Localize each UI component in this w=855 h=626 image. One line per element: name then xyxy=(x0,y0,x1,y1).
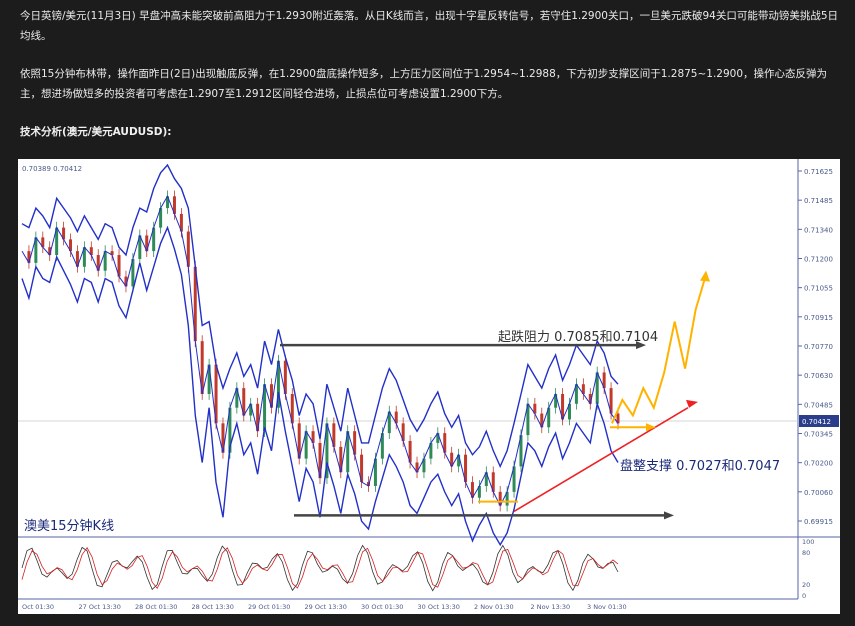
oscillator-tick-label: 0 xyxy=(802,592,806,600)
support-annotation: 盘整支撑 0.7027和0.7047 xyxy=(620,458,780,474)
price-tick-label: 0.71625 xyxy=(804,168,833,176)
symbol-readout: 0.70389 0.70412 xyxy=(22,165,82,173)
time-tick-label: 30 Oct 13:30 xyxy=(418,603,460,611)
time-tick-label: 27 Oct 13:30 xyxy=(79,603,121,611)
chart-background xyxy=(18,159,840,614)
price-tick-label: 0.71055 xyxy=(804,285,833,293)
price-tick-label: 0.70915 xyxy=(804,314,833,322)
price-tick-label: 0.70630 xyxy=(804,372,833,380)
current-price-label: 0.70412 xyxy=(802,418,831,426)
time-axis: Oct 01:30 27 Oct 13:30 28 Oct 01:30 28 Oct … xyxy=(22,603,627,611)
price-tick-label: 0.70345 xyxy=(804,431,833,439)
time-tick-label: 2 Nov 01:30 xyxy=(474,603,514,611)
price-tick-label: 0.70200 xyxy=(804,460,833,468)
time-tick-label: Oct 01:30 xyxy=(22,603,54,611)
price-tick-label: 0.71340 xyxy=(804,226,833,234)
resistance-annotation: 起跌阻力 0.7085和0.7104 xyxy=(498,329,658,345)
time-tick-label: 30 Oct 01:30 xyxy=(361,603,403,611)
oscillator-tick-label: 80 xyxy=(802,549,810,557)
article-paragraph-2: 依照15分钟布林带，操作面昨日(2日)出现触底反弹，在1.2900盘底操作短多，… xyxy=(20,68,828,100)
price-tick-label: 0.69915 xyxy=(804,518,833,526)
price-tick-label: 0.71485 xyxy=(804,197,833,205)
oscillator-tick-label: 100 xyxy=(802,538,814,546)
audusd-chart: 0.71625 0.71485 0.71340 0.71200 0.71055 0.709… xyxy=(18,159,840,614)
price-tick-label: 0.71200 xyxy=(804,256,833,264)
time-tick-label: 28 Oct 13:30 xyxy=(192,603,234,611)
oscillator-tick-label: 20 xyxy=(802,581,810,589)
time-tick-label: 3 Nov 01:30 xyxy=(587,603,627,611)
price-tick-label: 0.70770 xyxy=(804,343,833,351)
article-paragraph-1: 今日英镑/美元(11月3日) 早盘冲高未能突破前高阻力于1.2930附近轰落。从… xyxy=(20,10,839,42)
chart-timeframe-label: 澳美15分钟K线 xyxy=(24,518,114,534)
price-tick-label: 0.70485 xyxy=(804,401,833,409)
time-tick-label: 2 Nov 13:30 xyxy=(531,603,571,611)
chart-image: 0.71625 0.71485 0.71340 0.71200 0.71055 0.709… xyxy=(18,159,840,614)
time-tick-label: 28 Oct 01:30 xyxy=(135,603,177,611)
price-tick-label: 0.70060 xyxy=(804,489,833,497)
time-tick-label: 29 Oct 01:30 xyxy=(248,603,290,611)
time-tick-label: 29 Oct 13:30 xyxy=(305,603,347,611)
section-heading: 技术分析(澳元/美元AUDUSD): xyxy=(20,126,172,138)
